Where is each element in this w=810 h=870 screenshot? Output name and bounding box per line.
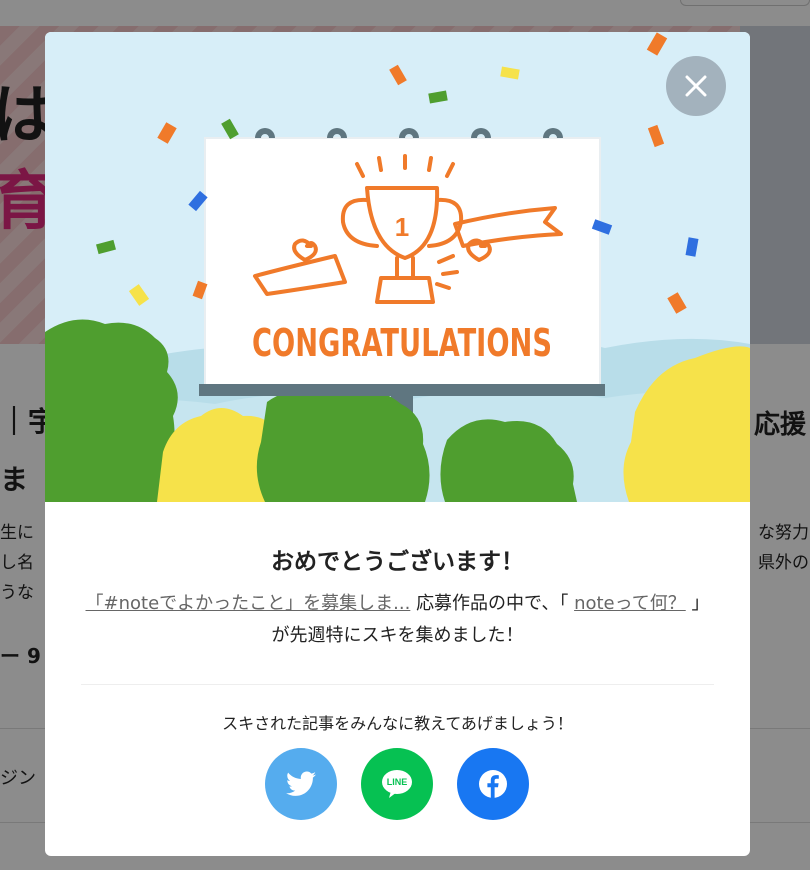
line-share-button[interactable]: LINE: [361, 748, 433, 820]
modal-message: 「#noteでよかったこと」を募集しま... 応募作品の中で、「 noteって何…: [85, 588, 710, 652]
billboard-illustration: 1 CONGRATULATIONS: [45, 32, 750, 502]
share-label: スキされた記事をみんなに教えてあげましょう！: [222, 714, 573, 733]
close-icon: [685, 75, 707, 97]
banner-text: CONGRATULATIONS: [252, 321, 552, 365]
line-icon-label: LINE: [387, 777, 408, 787]
twitter-share-button[interactable]: [265, 748, 337, 820]
modal-divider: [81, 684, 714, 685]
message-middle-text: 応募作品の中で、「: [416, 593, 569, 614]
facebook-icon: [479, 770, 507, 798]
line-icon: LINE: [382, 770, 412, 798]
congratulations-illustration: 1 CONGRATULATIONS: [45, 32, 750, 502]
article-link[interactable]: noteって何？: [574, 593, 686, 614]
modal-title: おめでとうございます！: [271, 549, 524, 575]
facebook-share-button[interactable]: [457, 748, 529, 820]
trophy-number: 1: [395, 212, 409, 242]
close-button[interactable]: [666, 56, 726, 116]
twitter-icon: [286, 771, 316, 796]
share-buttons: LINE: [265, 748, 530, 820]
contest-link[interactable]: 「#noteでよかったこと」を募集しま...: [86, 593, 411, 614]
congratulations-modal: 1 CONGRATULATIONS おめでとうございます！ 「#noteでよかっ…: [45, 32, 750, 856]
